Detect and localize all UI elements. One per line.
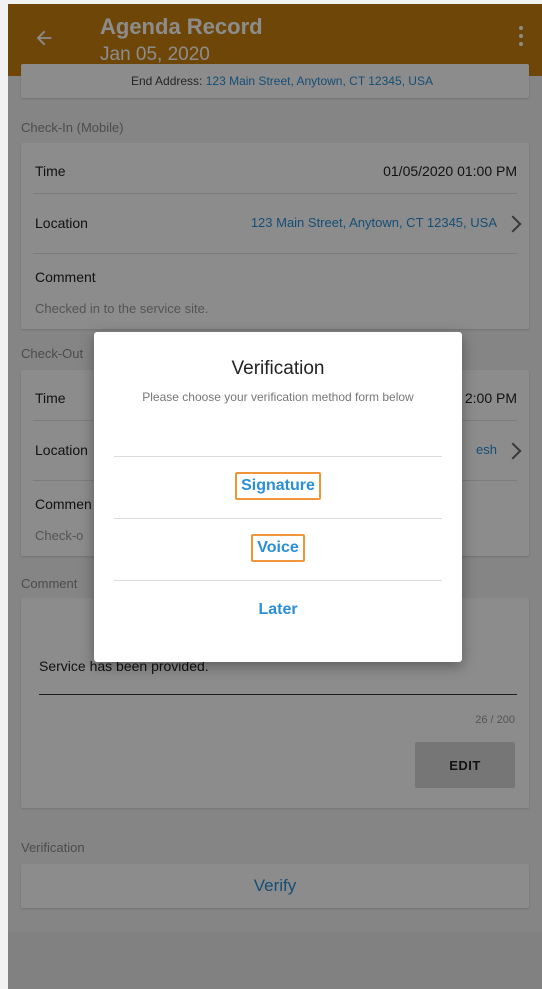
divider xyxy=(114,518,442,519)
later-option[interactable]: Later xyxy=(94,596,462,624)
later-option-label[interactable]: Later xyxy=(252,596,303,624)
voice-option[interactable]: Voice xyxy=(94,534,462,562)
signature-option[interactable]: Signature xyxy=(94,472,462,500)
dialog-message: Please choose your verification method f… xyxy=(142,390,414,404)
divider xyxy=(114,456,442,457)
voice-option-label[interactable]: Voice xyxy=(251,534,305,562)
dialog-title: Verification xyxy=(231,358,325,379)
app-screen: Agenda Record Jan 05, 2020 End Address: … xyxy=(8,4,542,989)
verification-dialog: Verification Please choose your verifica… xyxy=(94,332,462,662)
divider xyxy=(114,580,442,581)
signature-option-label[interactable]: Signature xyxy=(235,472,321,500)
